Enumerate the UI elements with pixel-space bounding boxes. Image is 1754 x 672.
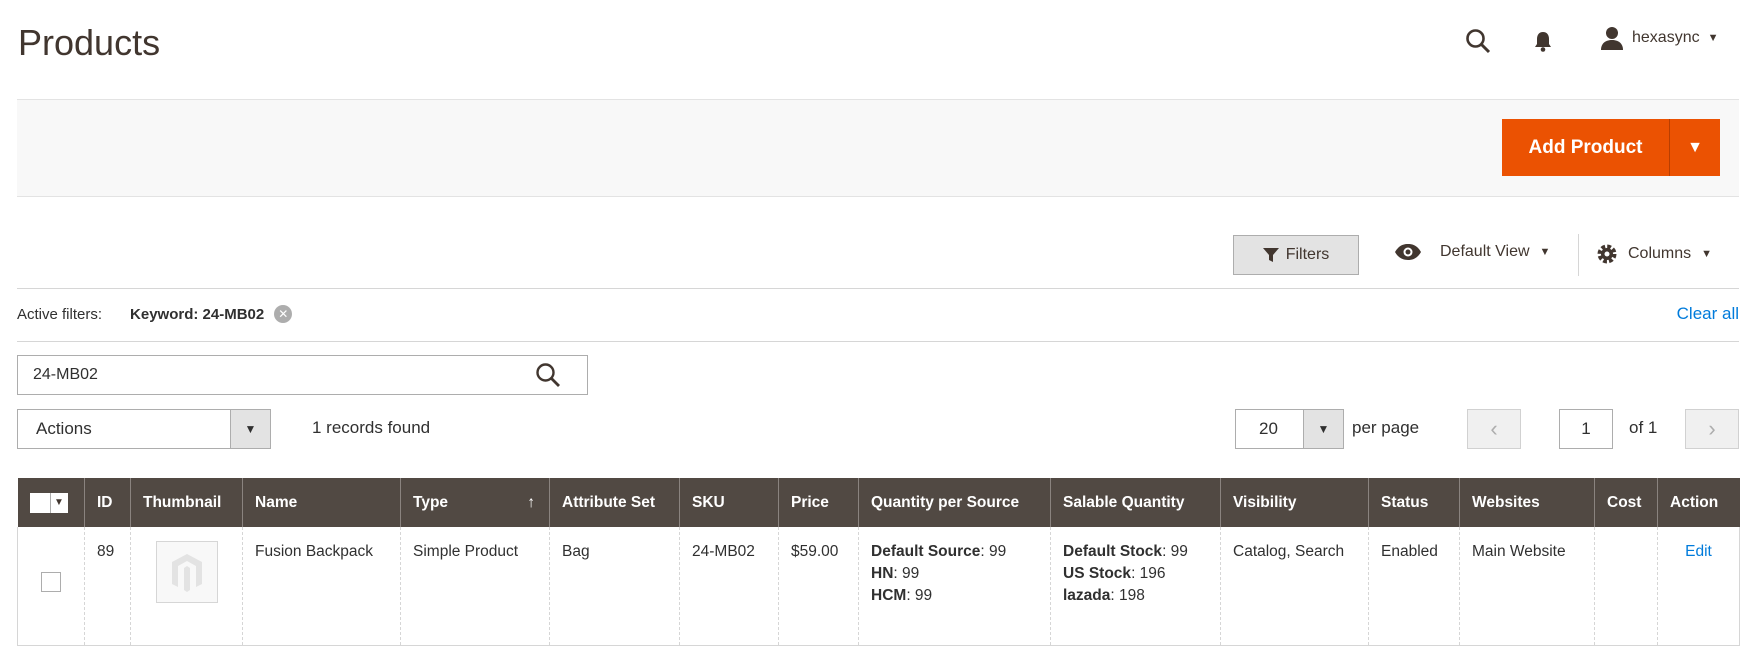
add-product-button-group: Add Product ▼ — [1502, 119, 1720, 176]
column-header-status[interactable]: Status — [1368, 478, 1460, 527]
product-thumbnail[interactable] — [155, 541, 218, 603]
column-header-price[interactable]: Price — [778, 478, 859, 527]
column-header-type[interactable]: Type ↑ — [400, 478, 550, 527]
chevron-down-icon[interactable]: ▼ — [49, 492, 68, 513]
add-product-dropdown-toggle[interactable]: ▼ — [1669, 119, 1720, 176]
columns-label: Columns — [1628, 245, 1692, 262]
per-page-label: per page — [1352, 418, 1420, 437]
chevron-down-icon: ▼ — [1687, 138, 1703, 156]
cell-websites: Main Website — [1459, 527, 1595, 646]
column-header-sku[interactable]: SKU — [679, 478, 779, 527]
column-header-salable-quantity: Salable Quantity — [1050, 478, 1221, 527]
source-name: Default Source — [871, 543, 981, 560]
page-title: Products — [18, 22, 161, 63]
column-header-cost[interactable]: Cost — [1594, 478, 1658, 527]
cell-name: Fusion Backpack — [242, 527, 401, 646]
chevron-down-icon: ▼ — [1701, 248, 1713, 260]
gear-icon — [1597, 244, 1617, 264]
records-found: 1 records found — [312, 418, 431, 437]
row-checkbox[interactable] — [41, 572, 61, 593]
cell-status: Enabled — [1368, 527, 1460, 646]
placeholder-logo-icon — [171, 554, 202, 592]
mass-select-header[interactable]: ▼ — [17, 478, 85, 527]
search-icon[interactable] — [535, 362, 561, 393]
remove-filter-icon[interactable]: ✕ — [274, 305, 293, 323]
bell-icon[interactable] — [1528, 26, 1558, 56]
chevron-down-icon: ▼ — [1303, 410, 1343, 448]
keyword-search-input[interactable]: 24-MB02 — [17, 355, 588, 395]
cell-visibility: Catalog, Search — [1220, 527, 1369, 646]
chevron-down-icon: ▼ — [230, 410, 270, 448]
column-header-id[interactable]: ID — [84, 478, 131, 527]
page-number-input[interactable]: 1 — [1559, 409, 1613, 449]
type-label: Type — [413, 493, 449, 511]
stock-qty: : 196 — [1131, 565, 1166, 582]
column-header-visibility[interactable]: Visibility — [1220, 478, 1369, 527]
source-name: HN — [871, 565, 894, 582]
page-actions-bar — [17, 99, 1739, 197]
stock-qty: : 99 — [1162, 543, 1188, 560]
add-product-button[interactable]: Add Product — [1502, 119, 1669, 176]
username: hexasync — [1632, 29, 1700, 46]
divider — [17, 288, 1739, 289]
sort-arrow-icon: ↑ — [527, 493, 535, 511]
filters-label: Filters — [1285, 246, 1330, 263]
cell-salable-quantity: Default Stock: 99 US Stock: 196 lazada: … — [1050, 527, 1221, 646]
table-header-row: ▼ ID Thumbnail Name Type ↑ Attribute Set … — [17, 478, 1740, 527]
source-qty: : 99 — [980, 543, 1007, 560]
view-label: Default View — [1440, 243, 1530, 260]
cell-price: $59.00 — [778, 527, 859, 646]
eye-icon — [1395, 244, 1421, 260]
column-header-thumbnail: Thumbnail — [130, 478, 243, 527]
user-menu[interactable]: hexasync ▼ — [1600, 26, 1718, 50]
filters-button[interactable]: Filters — [1233, 235, 1359, 275]
cell-quantity-per-source: Default Source: 99 HN: 99 HCM: 99 — [858, 527, 1051, 646]
table-row: 89 Fusion Backpack Simple Product Bag 24… — [17, 527, 1740, 646]
source-qty: : 99 — [906, 587, 933, 604]
stock-name: Default Stock — [1063, 543, 1163, 560]
stock-qty: : 198 — [1110, 587, 1145, 604]
column-header-action: Action — [1657, 478, 1740, 527]
clear-all-link[interactable]: Clear all — [1677, 304, 1739, 324]
actions-label: Actions — [36, 419, 92, 438]
cell-attribute-set: Bag — [549, 527, 680, 646]
stock-name: US Stock — [1063, 565, 1132, 582]
products-grid: ▼ ID Thumbnail Name Type ↑ Attribute Set … — [17, 478, 1740, 646]
columns-button[interactable]: Columns ▼ — [1596, 243, 1712, 265]
chevron-down-icon: ▼ — [1539, 246, 1551, 258]
chevron-down-icon: ▼ — [1707, 32, 1719, 44]
view-selector[interactable]: Default View ▼ — [1394, 243, 1550, 261]
edit-link[interactable]: Edit — [1685, 543, 1712, 560]
user-icon — [1601, 27, 1623, 50]
stock-name: lazada — [1063, 587, 1111, 604]
column-header-websites: Websites — [1459, 478, 1595, 527]
funnel-icon — [1262, 248, 1279, 262]
source-qty: : 99 — [893, 565, 920, 582]
column-header-name[interactable]: Name — [242, 478, 401, 527]
active-filters: Active filters: Keyword: 24-MB02 ✕ — [17, 305, 293, 323]
active-filters-label: Active filters: — [17, 305, 103, 323]
mass-actions-select[interactable]: Actions ▼ — [17, 409, 271, 449]
active-filter-keyword: Keyword: 24-MB02 — [130, 305, 265, 323]
divider — [17, 341, 1739, 342]
divider — [1578, 234, 1579, 276]
search-value: 24-MB02 — [33, 366, 98, 383]
select-all-checkbox[interactable] — [29, 492, 50, 513]
cell-id: 89 — [84, 527, 131, 646]
per-page-select[interactable]: 20 ▼ — [1235, 409, 1344, 449]
cell-sku: 24-MB02 — [679, 527, 779, 646]
search-icon[interactable] — [1463, 26, 1493, 56]
cell-type: Simple Product — [400, 527, 550, 646]
column-header-attribute-set[interactable]: Attribute Set — [549, 478, 680, 527]
source-name: HCM — [871, 587, 907, 604]
previous-page-button[interactable]: ‹ — [1467, 409, 1521, 449]
per-page-value: 20 — [1259, 419, 1278, 438]
next-page-button[interactable]: › — [1685, 409, 1739, 449]
cell-cost — [1594, 527, 1658, 646]
column-header-quantity-per-source: Quantity per Source — [858, 478, 1051, 527]
page-total: of 1 — [1629, 418, 1658, 437]
